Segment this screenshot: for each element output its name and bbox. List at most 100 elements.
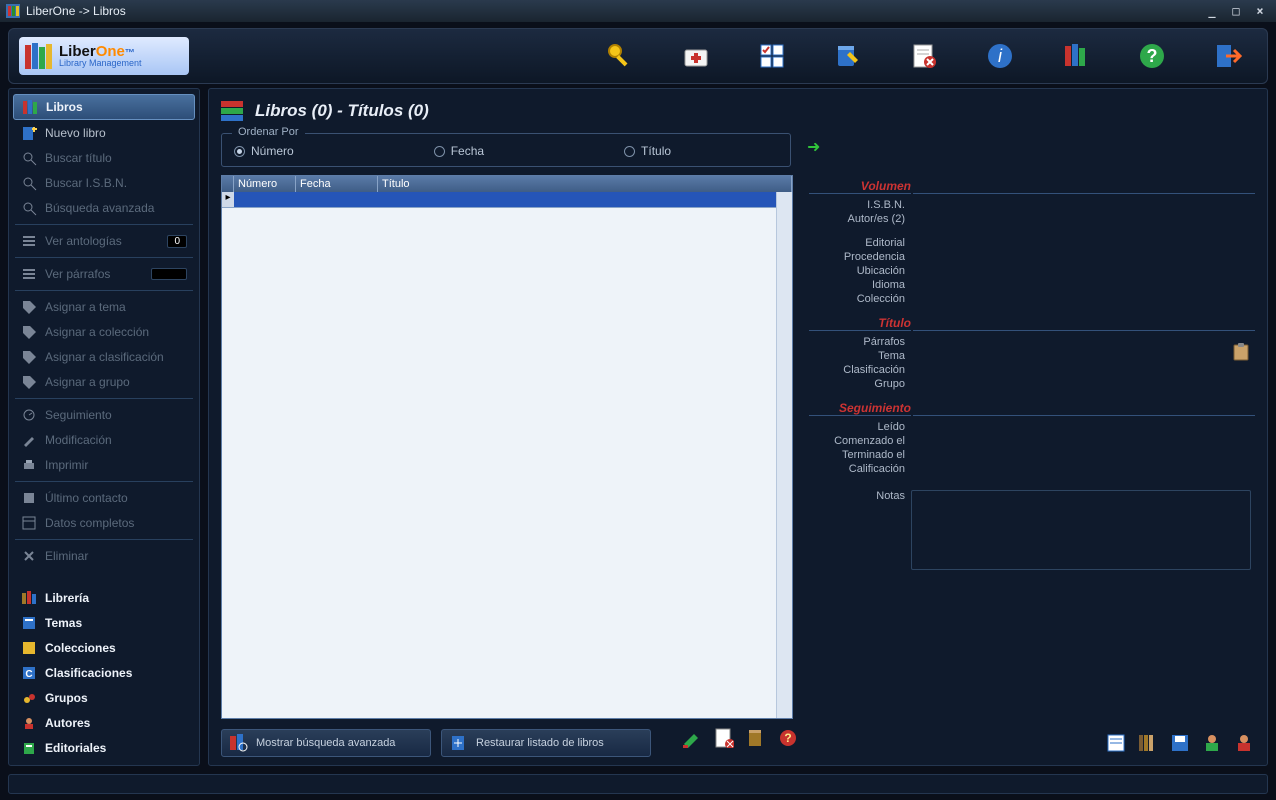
value-slot <box>151 268 187 280</box>
checklist-icon[interactable] <box>757 41 787 71</box>
info-icon[interactable]: i <box>985 41 1015 71</box>
nav-label: Grupos <box>45 691 88 705</box>
authors-icon <box>21 715 37 731</box>
user-icon[interactable] <box>1201 732 1223 754</box>
radio-label: Fecha <box>451 144 484 158</box>
sidebar-item-label: Último contacto <box>45 491 128 505</box>
person-icon[interactable] <box>1233 732 1255 754</box>
tag-icon <box>21 374 37 390</box>
grid-body[interactable]: ▸ <box>222 192 776 718</box>
sidebar-item-ver-p-rrafos: Ver párrafos <box>13 262 195 286</box>
groups-icon <box>21 690 37 706</box>
shelf-icon[interactable] <box>1137 732 1159 754</box>
notes-box[interactable] <box>911 490 1251 570</box>
sidebar-item-nuevo-libro[interactable]: Nuevo libro <box>13 121 195 145</box>
medkit-icon[interactable] <box>681 41 711 71</box>
detail-section-seguimiento: Seguimiento <box>809 401 911 416</box>
nav-librería[interactable]: Librería <box>13 586 195 610</box>
sort-radio-título[interactable]: Título <box>624 144 671 158</box>
exit-icon[interactable] <box>1213 41 1243 71</box>
sidebar-item-libros[interactable]: Libros <box>13 94 195 120</box>
detail-value <box>911 279 1255 291</box>
nav-temas[interactable]: Temas <box>13 611 195 635</box>
nav-clasificaciones[interactable]: CClasificaciones <box>13 661 195 685</box>
nav-label: Temas <box>45 616 82 630</box>
detail-value <box>911 421 1255 433</box>
col-numero[interactable]: Número <box>234 176 296 192</box>
advanced-search-button[interactable]: Mostrar búsqueda avanzada <box>221 729 431 757</box>
grid-scrollbar[interactable] <box>776 192 792 718</box>
library-icon <box>21 590 37 606</box>
search-icon <box>21 200 37 216</box>
sidebar-item-label: Asignar a tema <box>45 300 126 314</box>
go-arrow-icon[interactable]: ➜ <box>807 137 820 157</box>
sheet-delete-icon[interactable] <box>713 727 735 749</box>
sidebar-item-label: Datos completos <box>45 516 134 530</box>
sidebar-item-modificaci-n: Modificación <box>13 428 195 452</box>
sidebar-item-label: Asignar a colección <box>45 325 149 339</box>
detail-label: Terminado el <box>809 449 911 461</box>
book-icon[interactable] <box>745 727 767 749</box>
search-icon <box>21 175 37 191</box>
nav-label: Editoriales <box>45 741 106 755</box>
search-icon <box>21 150 37 166</box>
nav-label: Colecciones <box>45 641 116 655</box>
nav-grupos[interactable]: Grupos <box>13 686 195 710</box>
help-icon[interactable]: ? <box>1137 41 1167 71</box>
nav-editoriales[interactable]: Editoriales <box>13 736 195 760</box>
book-edit-icon[interactable] <box>833 41 863 71</box>
window-title: LiberOne -> Libros <box>26 4 126 18</box>
sidebar-item-ver-antolog-as: Ver antologías0 <box>13 229 195 253</box>
svg-text:?: ? <box>1147 46 1158 66</box>
save-icon[interactable] <box>1169 732 1191 754</box>
publishers-icon <box>21 740 37 756</box>
nav-colecciones[interactable]: Colecciones <box>13 636 195 660</box>
detail-value <box>911 378 1255 390</box>
maximize-button[interactable]: □ <box>1226 4 1246 18</box>
sort-radio-número[interactable]: Número <box>234 144 294 158</box>
sidebar-item-imprimir: Imprimir <box>13 453 195 477</box>
sidebar-item-label: Modificación <box>45 433 112 447</box>
app-logo: LiberOne™ Library Management <box>19 37 189 75</box>
sidebar-item-asignar-a-colecci-n: Asignar a colección <box>13 320 195 344</box>
details-panel: VolumenI.S.B.N.Autor/es (2)EditorialProc… <box>809 175 1255 719</box>
sidebar-item-buscar-i-s-b-n-: Buscar I.S.B.N. <box>13 171 195 195</box>
form-icon[interactable] <box>1105 732 1127 754</box>
clipboard-icon[interactable] <box>1233 343 1249 361</box>
close-button[interactable]: × <box>1250 4 1270 18</box>
grid-header: Número Fecha Título <box>222 176 792 192</box>
sort-radio-fecha[interactable]: Fecha <box>434 144 484 158</box>
nav-autores[interactable]: Autores <box>13 711 195 735</box>
data-grid[interactable]: Número Fecha Título ▸ <box>221 175 793 719</box>
restore-list-button[interactable]: Restaurar listado de libros <box>441 729 651 757</box>
sidebar-item-label: Imprimir <box>45 458 88 472</box>
edit-icon[interactable] <box>681 727 703 749</box>
sidebar-item-seguimiento: Seguimiento <box>13 403 195 427</box>
sidebar-item-label: Asignar a clasificación <box>45 350 164 364</box>
detail-label: I.S.B.N. <box>809 199 911 211</box>
help-small-icon[interactable]: ? <box>777 727 799 749</box>
detail-value <box>911 251 1255 263</box>
sheet-delete-icon[interactable] <box>909 41 939 71</box>
radio-label: Número <box>251 144 294 158</box>
detail-value <box>911 449 1255 461</box>
detail-value <box>911 350 1255 362</box>
sidebar-item-label: Ver párrafos <box>45 267 110 281</box>
detail-label: Párrafos <box>809 336 911 348</box>
sidebar-item-label: Libros <box>46 100 83 114</box>
sidebar-item--ltimo-contacto: Último contacto <box>13 486 195 510</box>
tag-icon <box>21 299 37 315</box>
col-titulo[interactable]: Título <box>378 176 792 192</box>
minimize-button[interactable]: _ <box>1202 4 1222 18</box>
contact-icon <box>21 490 37 506</box>
col-fecha[interactable]: Fecha <box>296 176 378 192</box>
content-panel: Libros (0) - Títulos (0) Ordenar Por Núm… <box>208 88 1268 766</box>
data-icon <box>21 515 37 531</box>
app-icon <box>6 4 20 18</box>
detail-value <box>911 199 1255 211</box>
key-icon[interactable] <box>605 41 635 71</box>
sidebar-item-label: Nuevo libro <box>45 126 106 140</box>
books-icon[interactable] <box>1061 41 1091 71</box>
badge: 0 <box>167 235 187 248</box>
grid-selected-row[interactable]: ▸ <box>222 192 776 208</box>
